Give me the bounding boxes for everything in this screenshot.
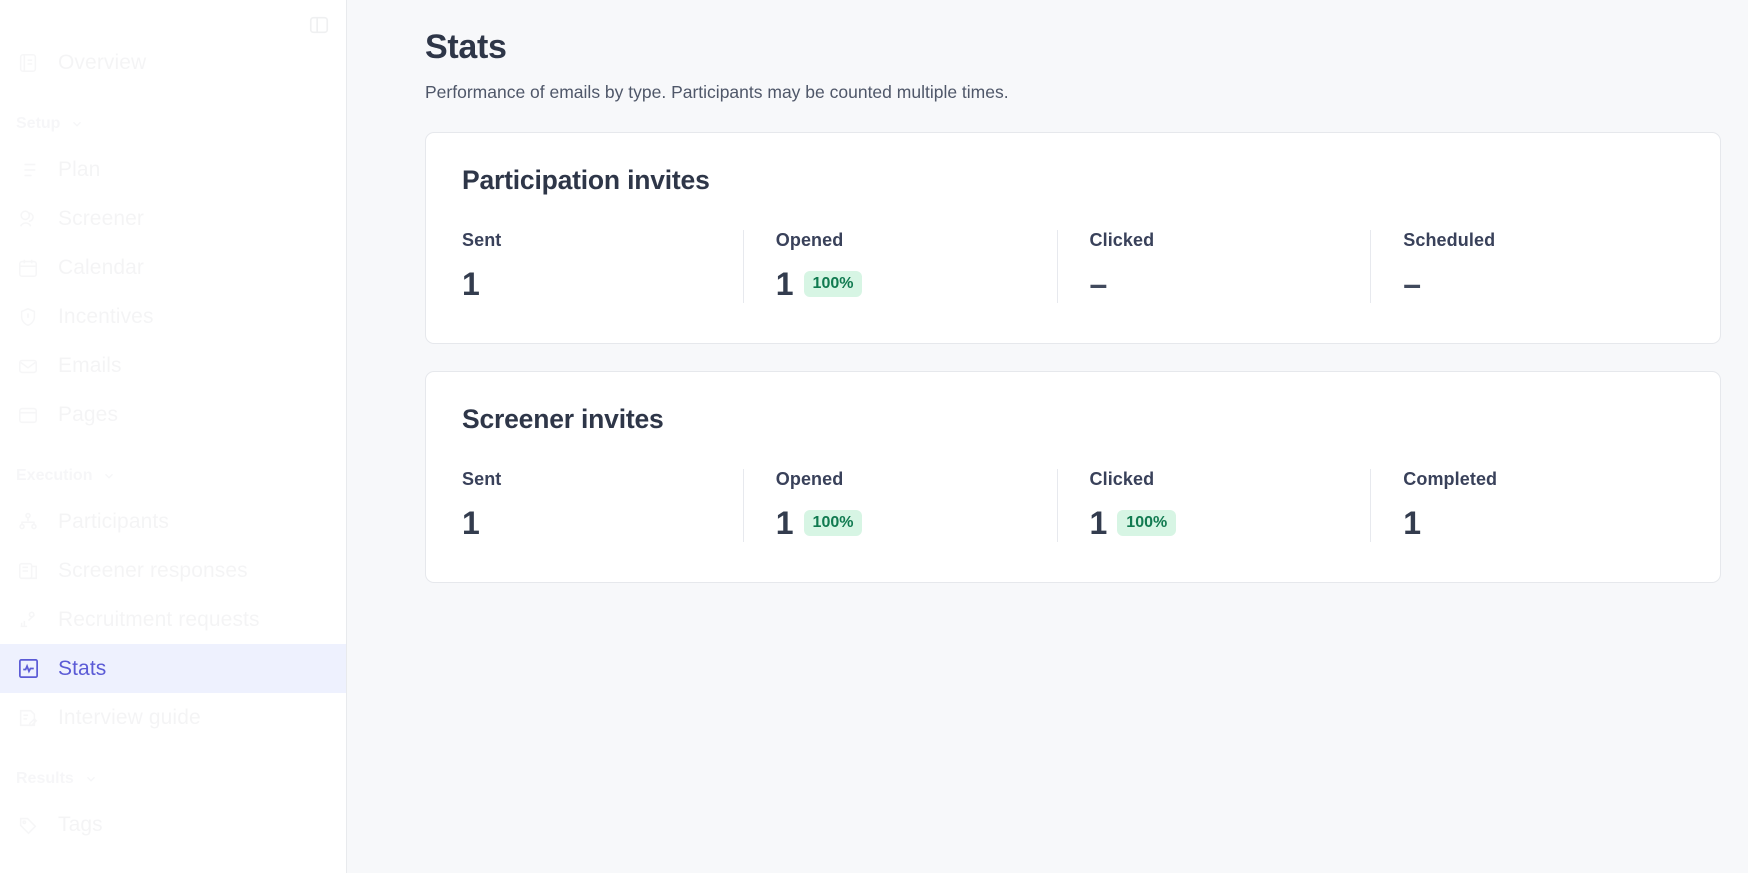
metric-row: Sent 1 Opened 1 100% <box>462 468 1684 542</box>
recruitment-requests-icon <box>16 608 40 632</box>
interview-guide-icon <box>16 706 40 730</box>
sidebar-item-emails[interactable]: Emails <box>0 341 346 390</box>
sidebar-item-plan[interactable]: Plan <box>0 145 346 194</box>
sidebar-item-label: Calendar <box>58 255 145 279</box>
metric-value-row: 1 100% <box>776 265 1057 303</box>
card-title: Screener invites <box>462 403 664 434</box>
participants-icon <box>16 510 40 534</box>
page-header: Stats Performance of emails by type. Par… <box>377 28 1734 105</box>
sidebar-item-label: Pages <box>58 402 119 426</box>
metric-value-row: 1 <box>1403 504 1684 542</box>
sidebar-item-label: Screener responses <box>58 558 248 582</box>
sidebar: Overview Setup Plan Screener Calendar In… <box>0 0 347 873</box>
calendar-icon <box>16 256 40 280</box>
sidebar-section-results[interactable]: Results <box>0 762 346 796</box>
sidebar-item-label: Overview <box>58 50 147 74</box>
sidebar-item-recruitment-requests[interactable]: Recruitment requests <box>0 595 346 644</box>
app-root: Overview Setup Plan Screener Calendar In… <box>0 0 1748 873</box>
stats-icon <box>16 657 40 681</box>
sidebar-item-label: Recruitment requests <box>58 607 260 631</box>
sidebar-nav: Overview Setup Plan Screener Calendar In… <box>0 0 346 849</box>
metric-value-row: 1 <box>462 265 743 303</box>
panel-toggle-icon <box>308 14 330 36</box>
sidebar-item-incentives[interactable]: Incentives <box>0 292 346 341</box>
metric-value-row: 1 <box>462 504 743 542</box>
tags-icon <box>16 813 40 837</box>
sidebar-item-label: Screener <box>58 206 145 230</box>
metric-value: – <box>1089 265 1108 302</box>
sidebar-item-tags[interactable]: Tags <box>0 800 346 849</box>
stats-cards: Participation invites Sent 1 Opened 1 10… <box>425 131 1721 583</box>
metric-value: 1 <box>1089 504 1108 541</box>
metric-sent: Sent 1 <box>462 230 743 303</box>
chevron-down-icon <box>84 772 98 786</box>
main-content: Stats Performance of emails by type. Par… <box>347 0 1748 873</box>
chevron-down-icon <box>102 469 116 483</box>
card-title: Participation invites <box>462 164 710 195</box>
sidebar-item-label: Interview guide <box>58 705 201 729</box>
metric-scheduled: Scheduled – <box>1370 229 1684 303</box>
sidebar-item-label: Emails <box>58 353 122 377</box>
stats-card-screener-invites: Screener invites Sent 1 Opened 1 100% Cl… <box>425 370 1721 583</box>
sidebar-item-pages[interactable]: Pages <box>0 390 346 439</box>
screener-responses-icon <box>16 559 40 583</box>
metric-label: Clicked <box>1089 229 1155 250</box>
metric-rate-badge: 100% <box>803 270 863 297</box>
sidebar-section-label: Results <box>16 770 74 787</box>
metric-row: Sent 1 Opened 1 100% <box>462 229 1684 303</box>
screener-icon <box>16 207 40 231</box>
plan-icon <box>16 158 40 182</box>
sidebar-section-label: Setup <box>16 115 61 132</box>
overview-icon <box>16 51 40 75</box>
incentives-icon <box>16 305 40 329</box>
metric-completed: Completed 1 <box>1370 468 1684 542</box>
sidebar-item-participants[interactable]: Participants <box>0 497 346 546</box>
metric-label: Sent <box>462 229 502 250</box>
metric-label: Scheduled <box>1403 229 1496 250</box>
metric-opened: Opened 1 100% <box>742 468 1057 542</box>
sidebar-section-label: Execution <box>16 467 93 484</box>
metric-value-row: – <box>1403 265 1684 303</box>
metric-value: – <box>1403 265 1422 302</box>
sidebar-item-label: Incentives <box>58 304 154 328</box>
metric-label: Opened <box>775 229 844 250</box>
metric-value: 1 <box>462 265 480 302</box>
page-subtitle: Performance of emails by type. Participa… <box>425 82 1009 103</box>
metric-clicked: Clicked 1 100% <box>1056 468 1371 542</box>
chevron-down-icon <box>70 117 84 131</box>
metric-sent: Sent 1 <box>462 469 743 542</box>
sidebar-item-screener[interactable]: Screener <box>0 194 346 243</box>
sidebar-item-label: Tags <box>58 812 103 836</box>
metric-value-row: 1 100% <box>1090 504 1371 542</box>
pages-icon <box>16 403 40 427</box>
emails-icon <box>16 354 40 378</box>
metric-label: Completed <box>1403 468 1498 489</box>
metric-rate-badge: 100% <box>1117 509 1177 536</box>
sidebar-item-label: Stats <box>58 656 107 680</box>
sidebar-section-execution[interactable]: Execution <box>0 459 346 493</box>
metric-label: Opened <box>775 468 844 489</box>
stats-card-participation-invites: Participation invites Sent 1 Opened 1 10… <box>425 131 1721 344</box>
metric-clicked: Clicked – <box>1056 229 1371 303</box>
sidebar-item-calendar[interactable]: Calendar <box>0 243 346 292</box>
metric-value: 1 <box>775 504 794 541</box>
sidebar-item-overview[interactable]: Overview <box>0 38 346 87</box>
page-title: Stats <box>425 28 507 66</box>
sidebar-item-screener-responses[interactable]: Screener responses <box>0 546 346 595</box>
metric-opened: Opened 1 100% <box>742 229 1057 303</box>
metric-value-row: 1 100% <box>776 504 1057 542</box>
metric-value: 1 <box>462 504 480 541</box>
metric-label: Clicked <box>1089 468 1155 489</box>
sidebar-item-stats[interactable]: Stats <box>0 644 346 693</box>
metric-value: 1 <box>775 265 794 302</box>
sidebar-item-interview-guide[interactable]: Interview guide <box>0 693 346 742</box>
sidebar-item-label: Participants <box>58 509 169 533</box>
sidebar-item-label: Plan <box>58 157 101 181</box>
sidebar-toggle-button[interactable] <box>302 8 336 42</box>
metric-rate-badge: 100% <box>803 509 863 536</box>
metric-label: Sent <box>462 468 502 489</box>
sidebar-section-setup[interactable]: Setup <box>0 107 346 141</box>
metric-value: 1 <box>1403 504 1422 541</box>
metric-value-row: – <box>1090 265 1371 303</box>
